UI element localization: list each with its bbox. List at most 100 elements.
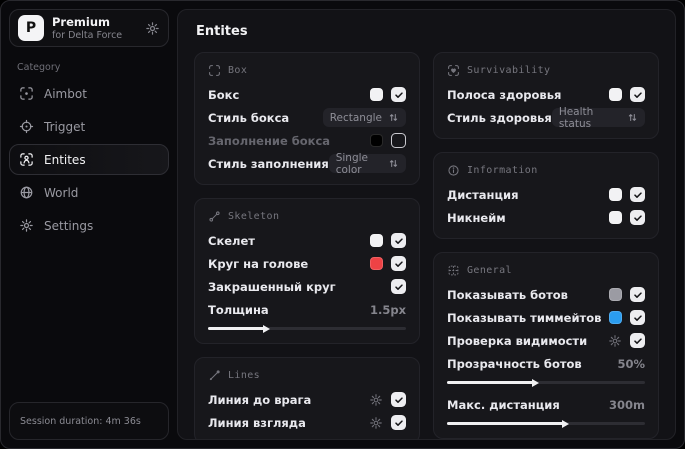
setting-row: Показывать ботов bbox=[447, 284, 645, 305]
setting-row: Бокс bbox=[208, 84, 406, 105]
thickness-slider[interactable] bbox=[208, 322, 406, 333]
info-icon bbox=[447, 164, 460, 177]
color-swatch[interactable] bbox=[370, 134, 383, 147]
survivability-icon bbox=[447, 64, 460, 77]
color-swatch[interactable] bbox=[370, 234, 383, 247]
checkbox[interactable] bbox=[630, 87, 645, 102]
color-swatch[interactable] bbox=[609, 188, 622, 201]
app-subtitle: for Delta Force bbox=[52, 29, 123, 41]
color-swatch[interactable] bbox=[609, 311, 622, 324]
setting-label: Показывать тиммейтов bbox=[447, 310, 602, 325]
setting-row: Заполнение бокса bbox=[208, 130, 406, 151]
setting-label: Никнейм bbox=[447, 210, 506, 225]
color-swatch[interactable] bbox=[609, 211, 622, 224]
slider-thumb[interactable] bbox=[263, 324, 271, 333]
health-style-select[interactable]: Health status bbox=[551, 105, 645, 130]
setting-label: Макс. дистанция bbox=[447, 397, 560, 412]
setting-label: Прозрачность ботов bbox=[447, 356, 582, 371]
slider-thumb[interactable] bbox=[532, 378, 540, 387]
visibility-settings-gear-icon[interactable] bbox=[608, 334, 622, 348]
select-value: Health status bbox=[558, 105, 594, 130]
app-window: P Premium for Delta Force Category Aimbo… bbox=[0, 0, 685, 449]
bot-opacity-slider[interactable] bbox=[447, 376, 645, 387]
setting-row: Полоса здоровья bbox=[447, 84, 645, 105]
panel-header-label: Survivability bbox=[467, 64, 551, 76]
bone-icon bbox=[208, 210, 221, 223]
setting-label: Проверка видимости bbox=[447, 333, 588, 348]
checkbox[interactable] bbox=[391, 233, 406, 248]
checkbox[interactable] bbox=[630, 287, 645, 302]
checkbox[interactable] bbox=[630, 333, 645, 348]
checkbox[interactable] bbox=[391, 392, 406, 407]
setting-row: Прозрачность ботов 50% bbox=[447, 353, 645, 374]
panel-information-header: Information bbox=[447, 162, 645, 178]
sort-arrows-icon bbox=[388, 158, 399, 169]
line-settings-gear-icon[interactable] bbox=[369, 416, 383, 430]
sidebar-item-entites[interactable]: Entites bbox=[9, 144, 169, 175]
setting-label: Дистанция bbox=[447, 187, 519, 202]
checkbox[interactable] bbox=[391, 279, 406, 294]
setting-label: Линия взгляда bbox=[208, 415, 306, 430]
setting-label: Бокс bbox=[208, 87, 240, 102]
sidebar-header-card: P Premium for Delta Force bbox=[9, 9, 169, 47]
slider-thumb[interactable] bbox=[561, 419, 569, 428]
sort-arrows-icon bbox=[627, 112, 638, 123]
box-style-select[interactable]: Rectangle bbox=[322, 108, 406, 127]
line-settings-gear-icon[interactable] bbox=[369, 393, 383, 407]
setting-row: Проверка видимости bbox=[447, 330, 645, 351]
checkbox[interactable] bbox=[630, 210, 645, 225]
sidebar-item-trigget[interactable]: Trigget bbox=[9, 111, 169, 142]
color-swatch[interactable] bbox=[370, 88, 383, 101]
setting-label: Заполнение бокса bbox=[208, 133, 331, 148]
box-icon bbox=[208, 64, 221, 77]
fill-style-select[interactable]: Single color bbox=[328, 152, 406, 176]
max-distance-slider[interactable] bbox=[447, 417, 645, 428]
sidebar-item-label: Settings bbox=[44, 218, 94, 233]
setting-row: Показывать тиммейтов bbox=[447, 307, 645, 328]
world-icon bbox=[19, 185, 34, 200]
checkbox[interactable] bbox=[630, 187, 645, 202]
slider-value: 1.5px bbox=[369, 302, 406, 317]
setting-label: Линия до врага bbox=[208, 392, 312, 407]
setting-row: Круг на голове bbox=[208, 253, 406, 274]
setting-label: Стиль бокса bbox=[208, 110, 290, 125]
setting-label: Стиль заполнения bbox=[208, 156, 329, 171]
column-left: Box Бокс Стиль бокса Rectangle Заполнени… bbox=[194, 52, 420, 439]
color-swatch[interactable] bbox=[609, 288, 622, 301]
panel-header-label: Lines bbox=[228, 369, 261, 381]
checkbox[interactable] bbox=[630, 310, 645, 325]
line-icon bbox=[208, 369, 221, 382]
setting-label: Закрашенный круг bbox=[208, 279, 336, 294]
panel-lines-header: Lines bbox=[208, 367, 406, 383]
setting-row: Линия взгляда bbox=[208, 412, 406, 433]
slider-value: 50% bbox=[617, 356, 645, 371]
color-swatch[interactable] bbox=[609, 88, 622, 101]
sort-arrows-icon bbox=[388, 112, 399, 123]
panel-general: General Показывать ботов Показывать тимм… bbox=[433, 252, 659, 439]
panel-survivability: Survivability Полоса здоровья Стиль здор… bbox=[433, 52, 659, 139]
checkbox[interactable] bbox=[391, 87, 406, 102]
setting-label: Круг на голове bbox=[208, 256, 309, 271]
setting-row: Стиль заполнения Single color bbox=[208, 152, 406, 176]
panel-general-header: General bbox=[447, 262, 645, 278]
color-swatch[interactable] bbox=[370, 257, 383, 270]
setting-row: Стиль бокса Rectangle bbox=[208, 107, 406, 128]
entities-icon bbox=[19, 152, 34, 167]
page-title: Entites bbox=[196, 24, 248, 39]
panel-header-label: General bbox=[467, 264, 512, 276]
trigger-icon bbox=[19, 119, 34, 134]
setting-label: Толщина bbox=[208, 302, 269, 317]
setting-row: Дистанция bbox=[447, 184, 645, 205]
checkbox[interactable] bbox=[391, 415, 406, 430]
aimbot-icon bbox=[19, 86, 34, 101]
main-panel: Entites Box Бокс Стиль бокса Rectangle З… bbox=[177, 9, 676, 440]
slider-value: 300m bbox=[609, 397, 645, 412]
setting-label: Полоса здоровья bbox=[447, 87, 562, 102]
sidebar-item-aimbot[interactable]: Aimbot bbox=[9, 78, 169, 109]
sidebar-item-world[interactable]: World bbox=[9, 177, 169, 208]
checkbox[interactable] bbox=[391, 133, 406, 148]
checkbox[interactable] bbox=[391, 256, 406, 271]
sidebar-item-settings[interactable]: Settings bbox=[9, 210, 169, 241]
settings-gear-icon[interactable] bbox=[145, 21, 160, 36]
panel-box: Box Бокс Стиль бокса Rectangle Заполнени… bbox=[194, 52, 420, 185]
